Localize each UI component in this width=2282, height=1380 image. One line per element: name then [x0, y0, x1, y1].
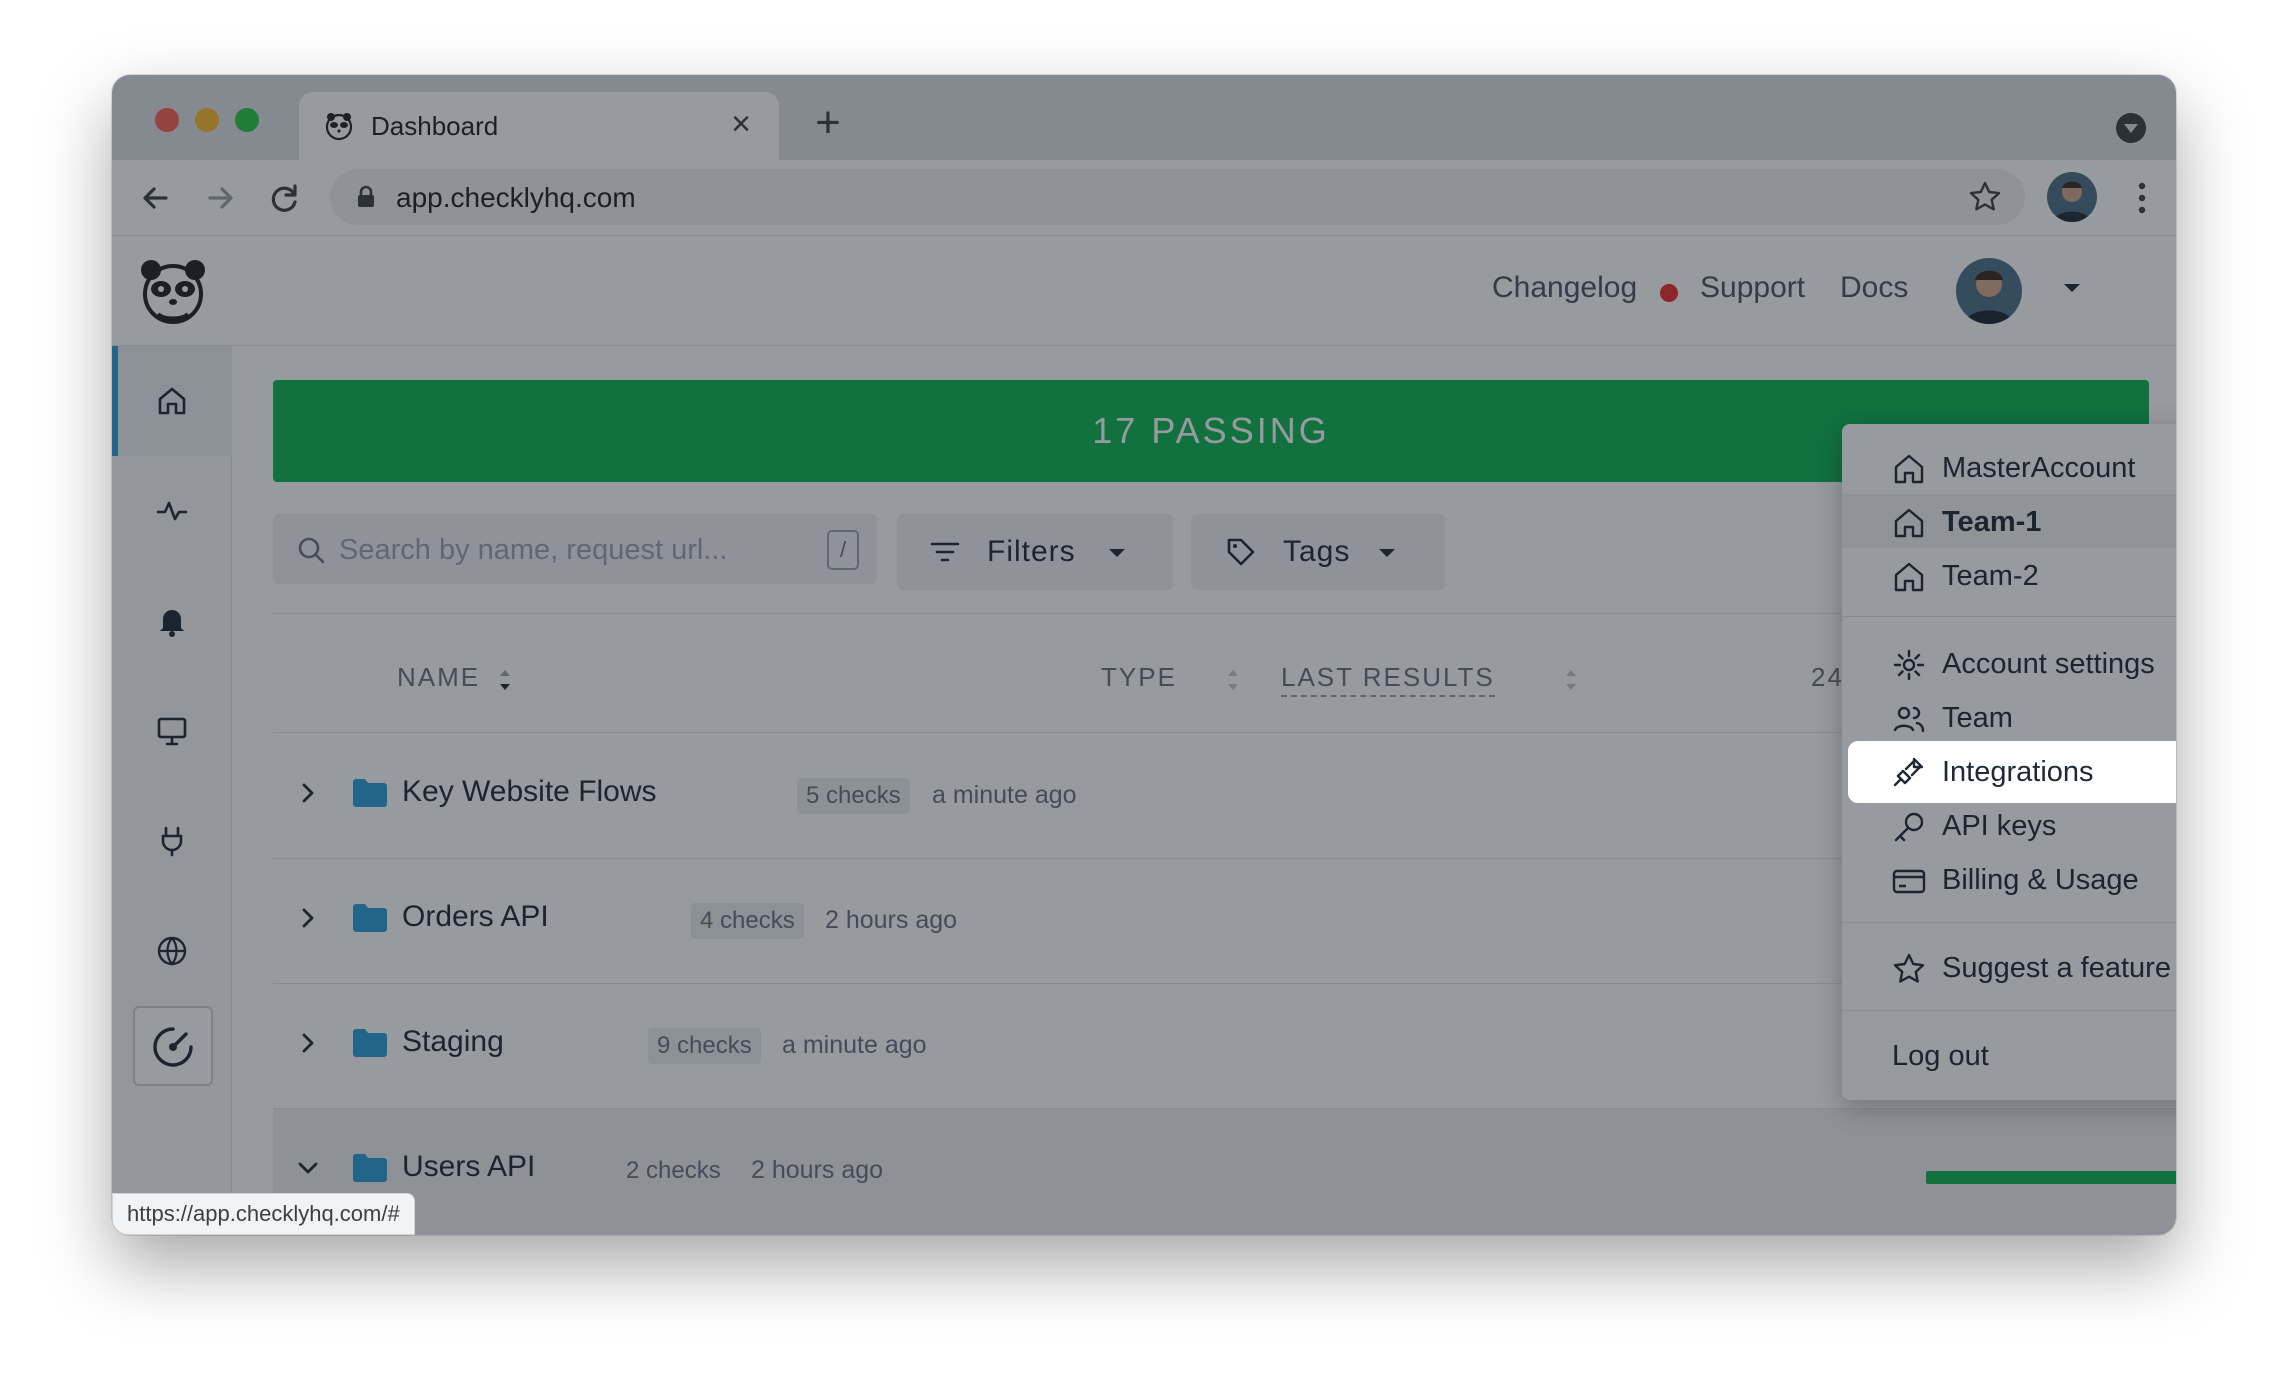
browser-window: Dashboard × + app.checklyhq.com Changelo… [112, 75, 2176, 1235]
plug-icon [1893, 757, 1924, 787]
menu-item-label: Integrations [1942, 756, 2094, 788]
link-status-bar: https://app.checklyhq.com/# [112, 1193, 415, 1235]
menu-item-integrations[interactable]: Integrations [1848, 741, 2176, 803]
